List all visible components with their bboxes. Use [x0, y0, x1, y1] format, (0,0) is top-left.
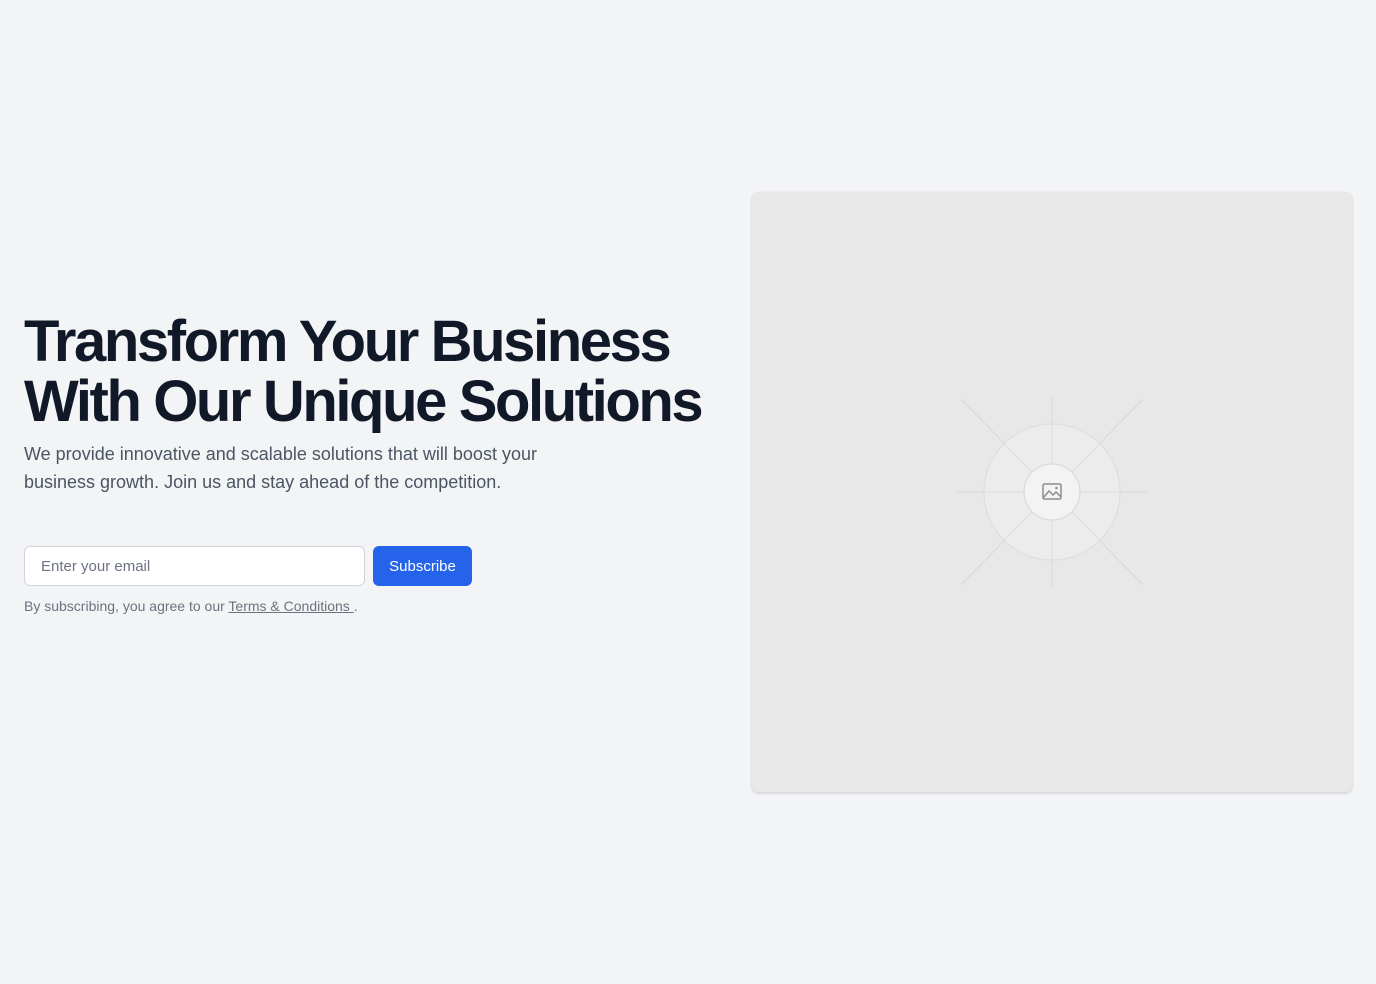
- image-placeholder-graphic: [957, 397, 1147, 587]
- hero-image-placeholder: [752, 192, 1352, 792]
- hero-copy: Transform Your Business With Our Unique …: [24, 312, 724, 630]
- terms-link[interactable]: Terms & Conditions: [228, 598, 353, 614]
- subscribe-form: Subscribe: [24, 546, 724, 586]
- placeholder-inner-circle: [1023, 463, 1081, 521]
- legal-prefix: By subscribing, you agree to our: [24, 598, 229, 614]
- hero-title: Transform Your Business With Our Unique …: [24, 309, 704, 434]
- email-input[interactable]: [24, 546, 365, 586]
- hero-subtitle: We provide innovative and scalable solut…: [24, 444, 537, 492]
- legal-notice: By subscribing, you agree to our Terms &…: [24, 596, 724, 616]
- subscribe-button[interactable]: Subscribe: [373, 546, 472, 586]
- legal-suffix: .: [353, 598, 358, 614]
- hero-section: Transform Your Business With Our Unique …: [24, 0, 1352, 984]
